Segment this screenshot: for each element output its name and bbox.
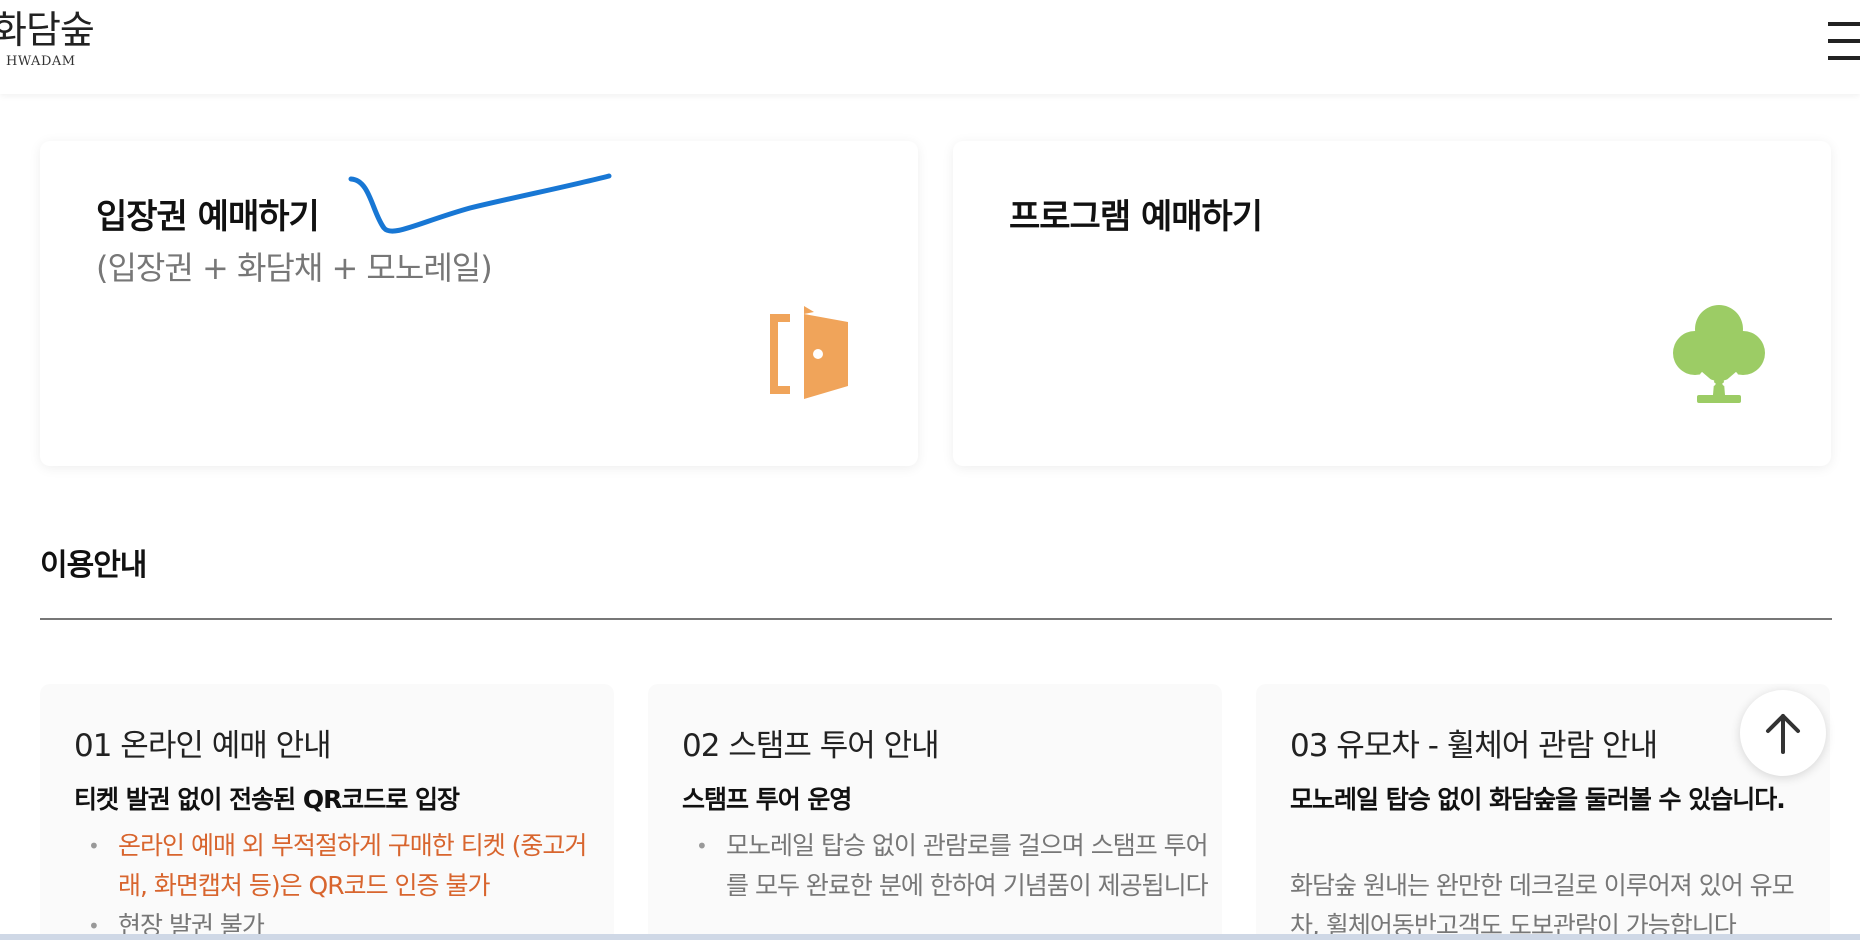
section-divider [40, 618, 1832, 620]
info-lead: 티켓 발권 없이 전송된 QR코드로 입장 [74, 785, 460, 814]
list-item: 온라인 예매 외 부적절하게 구매한 티켓 (중고거래, 화면캡처 등)은 QR… [74, 826, 604, 906]
bottom-strip [0, 934, 1860, 940]
hamburger-menu-icon[interactable] [1828, 18, 1860, 64]
scroll-top-button[interactable] [1740, 690, 1826, 776]
info-text: 화담숲 원내는 완만한 데크길로 이루어져 있어 유모차, 휠체어동반고객도 도… [1290, 871, 1795, 940]
program-booking-card[interactable]: 프로그램 예매하기 [953, 141, 1831, 466]
usage-guide-heading: 이용안내 [40, 548, 147, 583]
card-title: 입장권 예매하기 [96, 197, 320, 237]
info-lead: 모노레일 탑승 없이 화담숲을 둘러볼 수 있습니다. [1290, 785, 1786, 814]
site-header: 화담숲 HWADAM [0, 0, 1860, 94]
site-logo[interactable]: 화담숲 HWADAM [0, 8, 102, 78]
card-title: 프로그램 예매하기 [1009, 197, 1263, 237]
list-item: 모노레일 탑승 없이 관람로를 걸으며 스탬프 투어를 모두 완료한 분에 한하… [682, 826, 1212, 906]
info-list: 모노레일 탑승 없이 관람로를 걸으며 스탬프 투어를 모두 완료한 분에 한하… [682, 826, 1212, 906]
info-box-online-booking: 01 온라인 예매 안내 티켓 발권 없이 전송된 QR코드로 입장 온라인 예… [40, 684, 614, 940]
tree-icon [1673, 305, 1765, 403]
card-subtitle: (입장권 + 화담채 + 모노레일) [96, 249, 493, 287]
info-title: 03 유모차 - 휠체어 관람 안내 [1290, 728, 1658, 764]
logo-sub-text: HWADAM [6, 54, 76, 69]
info-box-stamp-tour: 02 스탬프 투어 안내 스탬프 투어 운영 모노레일 탑승 없이 관람로를 걸… [648, 684, 1222, 940]
info-title: 01 온라인 예매 안내 [74, 728, 332, 764]
door-icon [770, 306, 848, 399]
arrow-up-icon [1766, 714, 1800, 754]
ticket-booking-card[interactable]: 입장권 예매하기 (입장권 + 화담채 + 모노레일) [40, 141, 918, 466]
info-list: 온라인 예매 외 부적절하게 구매한 티켓 (중고거래, 화면캡처 등)은 QR… [74, 826, 604, 940]
logo-main-text: 화담숲 [0, 8, 95, 52]
info-title: 02 스탬프 투어 안내 [682, 728, 940, 764]
info-lead: 스탬프 투어 운영 [682, 785, 852, 814]
